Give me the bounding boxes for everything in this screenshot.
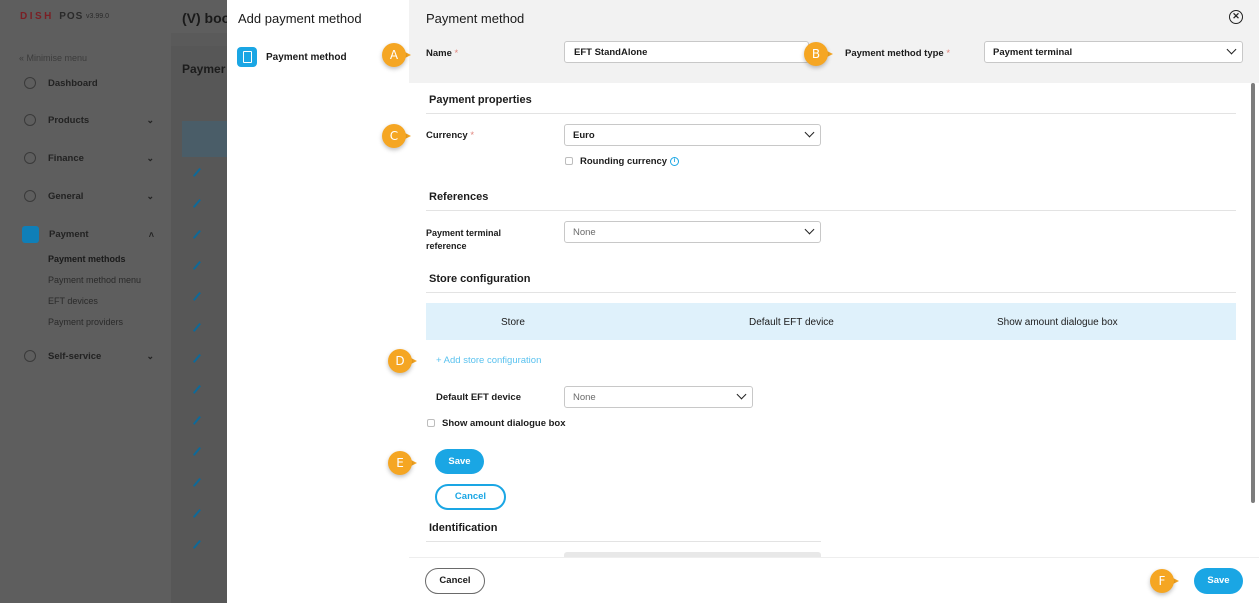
divider: [426, 292, 1236, 293]
show-amount-dialogue-checkbox[interactable]: [427, 419, 435, 427]
footer-save-button[interactable]: Save: [1194, 568, 1243, 594]
app-title: (V) boo: [182, 10, 231, 26]
close-icon[interactable]: ✕: [1229, 10, 1243, 24]
payment-terminal-reference-value: None: [573, 227, 596, 238]
finance-icon: [24, 152, 36, 164]
divider: [426, 541, 821, 542]
currency-select[interactable]: Euro: [564, 124, 821, 146]
modal-footer: Cancel Save: [409, 557, 1259, 603]
column-show-amount-dialogue: Show amount dialogue box: [997, 317, 1118, 328]
callout-marker-d: D: [388, 349, 420, 373]
add-store-configuration-link[interactable]: + Add store configuration: [436, 355, 541, 366]
name-label: Name *: [426, 48, 459, 59]
store-config-save-button[interactable]: Save: [435, 449, 484, 474]
dashboard-icon: [24, 77, 36, 89]
name-input[interactable]: EFT StandAlone: [564, 41, 809, 63]
callout-marker-e: E: [388, 451, 420, 475]
sidebar-sub-eft-devices[interactable]: EFT devices: [48, 296, 98, 306]
payment-method-modal: Payment method ✕ Name * EFT StandAlone P…: [409, 0, 1259, 603]
table-header: [182, 121, 232, 157]
chevron-down-icon: ⌄: [146, 350, 154, 361]
section-payment-properties: Payment properties: [429, 94, 532, 106]
sidebar-item-payment[interactable]: Payment ˄: [22, 226, 164, 243]
minimise-menu-button[interactable]: « Minimise menu: [19, 53, 87, 63]
payment-method-type-label: Payment method type *: [845, 48, 951, 59]
app-version: v3.99.0: [86, 13, 109, 20]
payment-terminal-reference-label: Payment terminal reference: [426, 228, 502, 251]
column-default-eft-device: Default EFT device: [749, 317, 834, 328]
chevron-down-icon: ⌄: [146, 114, 154, 125]
payment-method-type-select[interactable]: Payment terminal: [984, 41, 1243, 63]
chevron-down-icon: [804, 127, 815, 138]
divider: [426, 210, 1236, 211]
chevron-up-icon: ˄: [148, 229, 154, 240]
sidebar-item-general[interactable]: General ⌄: [24, 190, 164, 202]
payment-terminal-reference-select[interactable]: None: [564, 221, 821, 243]
payment-icon: [22, 226, 39, 243]
app-logo: DISH POS: [20, 11, 84, 22]
rounding-currency-label: Rounding currency i: [580, 156, 680, 167]
currency-label: Currency *: [426, 130, 475, 141]
currency-value: Euro: [573, 130, 595, 141]
scrollbar-thumb[interactable]: [1251, 83, 1255, 503]
section-identification: Identification: [429, 522, 498, 534]
default-eft-device-label: Default EFT device: [436, 392, 521, 403]
cart-icon: [24, 350, 36, 362]
info-icon[interactable]: i: [670, 156, 680, 166]
sidebar-item-dashboard[interactable]: Dashboard: [24, 77, 164, 89]
store-config-table-header: Store Default EFT device Show amount dia…: [426, 303, 1236, 340]
sidebar-item-products[interactable]: Products ⌄: [24, 114, 164, 126]
footer-cancel-button[interactable]: Cancel: [425, 568, 485, 594]
payment-method-type-value: Payment terminal: [993, 47, 1073, 58]
payment-method-icon: [237, 47, 257, 67]
callout-marker-c: C: [382, 124, 414, 148]
sidebar-sub-payment-providers[interactable]: Payment providers: [48, 317, 123, 327]
callout-marker-a: A: [382, 43, 414, 67]
sidebar: « Minimise menu Dashboard Products ⌄ Fina…: [0, 33, 171, 603]
steps-title: Add payment method: [238, 11, 362, 26]
modal-title: Payment method: [426, 11, 525, 26]
chevron-down-icon: ⌄: [146, 152, 154, 163]
sidebar-sub-payment-methods[interactable]: Payment methods: [48, 254, 126, 264]
products-icon: [24, 114, 36, 126]
show-amount-dialogue-label: Show amount dialogue box: [442, 418, 566, 429]
step-label: Payment method: [266, 51, 347, 63]
section-references: References: [429, 191, 489, 203]
default-eft-device-value: None: [573, 392, 596, 403]
steps-panel: Add payment method Payment method: [227, 0, 409, 603]
step-payment-method[interactable]: Payment method: [237, 47, 347, 67]
section-store-configuration: Store configuration: [429, 273, 531, 285]
rounding-currency-checkbox[interactable]: [565, 157, 573, 165]
chevron-down-icon: [736, 389, 747, 400]
sidebar-sub-payment-method-menu[interactable]: Payment method menu: [48, 275, 141, 285]
column-store: Store: [501, 317, 525, 328]
sidebar-item-self-service[interactable]: Self-service ⌄: [24, 350, 164, 362]
scrollbar[interactable]: [1249, 83, 1257, 557]
default-eft-device-select[interactable]: None: [564, 386, 753, 408]
store-config-cancel-button[interactable]: Cancel: [435, 484, 506, 510]
page-title: Paymer: [182, 62, 226, 76]
chevron-down-icon: [804, 224, 815, 235]
callout-marker-b: B: [804, 42, 836, 66]
gear-icon: [24, 190, 36, 202]
chevron-down-icon: [1226, 44, 1237, 55]
callout-marker-f: F: [1150, 569, 1182, 593]
sidebar-item-finance[interactable]: Finance ⌄: [24, 152, 164, 164]
chevron-down-icon: ⌄: [146, 190, 154, 201]
divider: [426, 113, 1236, 114]
